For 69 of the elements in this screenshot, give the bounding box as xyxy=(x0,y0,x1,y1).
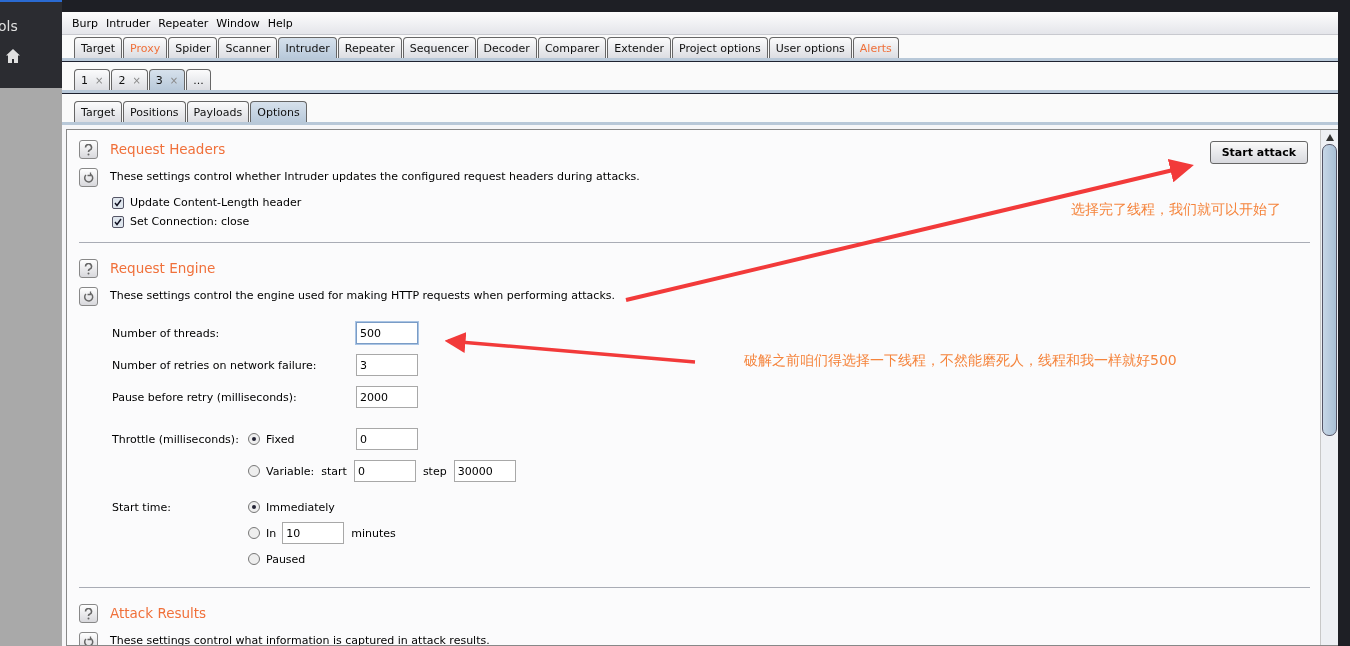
radio-label: Paused xyxy=(266,552,306,566)
tool-tab[interactable]: Target xyxy=(74,37,123,58)
attack-tab[interactable]: 2 × xyxy=(111,69,148,90)
attack-tab[interactable]: 1 × xyxy=(74,69,111,90)
attack-tab[interactable]: ... xyxy=(186,69,211,90)
field-label: Number of retries on network failure: xyxy=(112,358,318,372)
menu-item[interactable]: Burp xyxy=(68,16,103,30)
help-icon[interactable] xyxy=(79,604,98,623)
tool-tab[interactable]: Repeater xyxy=(337,37,402,58)
tool-tab[interactable]: Scanner xyxy=(218,37,278,58)
radio-button[interactable] xyxy=(248,501,260,513)
checkbox-label: Update Content-Length header xyxy=(130,196,302,209)
start-attack-button[interactable]: Start attack xyxy=(1209,141,1308,164)
tool-tab[interactable]: Sequencer xyxy=(402,37,476,58)
section-title: Attack Results xyxy=(110,605,208,621)
tool-tab[interactable]: Comparer xyxy=(537,37,607,58)
radio-button[interactable] xyxy=(248,553,260,565)
annotation-text: 选择完了线程，我们就可以开始了 xyxy=(1071,201,1281,219)
number-field[interactable]: 10 xyxy=(282,522,345,544)
options-tab[interactable]: Payloads xyxy=(186,101,250,122)
radio-label: Fixed xyxy=(266,432,295,446)
field-label: start xyxy=(320,464,348,478)
menu-item[interactable]: Help xyxy=(263,16,297,30)
options-tab[interactable]: Options xyxy=(250,101,307,122)
scroll-up-icon[interactable] xyxy=(1325,134,1334,141)
radio-label: In xyxy=(266,526,277,540)
checkbox-label: Set Connection: close xyxy=(130,215,250,228)
help-icon[interactable] xyxy=(79,140,98,159)
radio-button[interactable] xyxy=(248,527,260,539)
number-field[interactable]: 500 xyxy=(356,322,418,344)
tool-tab[interactable]: Extender xyxy=(607,37,672,58)
tool-tab[interactable]: Project options xyxy=(672,37,768,58)
tool-tab[interactable]: Spider xyxy=(168,37,218,58)
section-title: Request Engine xyxy=(110,260,217,276)
number-field[interactable]: 2000 xyxy=(356,386,418,408)
reset-icon[interactable] xyxy=(79,287,98,306)
options-tab[interactable]: Target xyxy=(74,101,123,122)
radio-label: Variable: xyxy=(266,464,315,478)
tool-tab[interactable]: User options xyxy=(768,37,852,58)
help-icon[interactable] xyxy=(79,259,98,278)
checkbox[interactable] xyxy=(112,215,124,228)
field-label: step xyxy=(421,464,448,478)
number-field[interactable]: 0 xyxy=(356,428,418,450)
menu-item[interactable]: Window xyxy=(212,16,264,30)
menu-item[interactable]: Intruder xyxy=(102,16,155,30)
section-title: Request Headers xyxy=(110,141,227,157)
tool-tab[interactable]: Decoder xyxy=(476,37,537,58)
field-label: Start time: xyxy=(112,500,172,514)
field-label: Throttle (milliseconds): xyxy=(112,432,240,446)
number-field[interactable]: 30000 xyxy=(453,460,516,482)
section-description: These settings control the engine used for making HTTP requests when performing attacks. xyxy=(110,289,615,302)
attack-tab[interactable]: 3 × xyxy=(148,69,186,90)
radio-button[interactable] xyxy=(248,465,260,477)
number-field[interactable]: 0 xyxy=(353,460,416,482)
number-field[interactable]: 3 xyxy=(356,354,418,376)
radio-label: Immediately xyxy=(266,500,335,514)
section-description: These settings control whether Intruder updates the configured request headers during attacks. xyxy=(110,170,640,183)
options-tab[interactable]: Positions xyxy=(123,101,186,122)
home-icon[interactable] xyxy=(5,48,21,64)
radio-button[interactable] xyxy=(248,433,260,445)
reset-icon[interactable] xyxy=(79,168,98,187)
menu-item[interactable]: Repeater xyxy=(154,16,213,30)
scrollbar-thumb[interactable] xyxy=(1322,144,1337,436)
tool-tab[interactable]: Intruder xyxy=(278,37,337,58)
field-label: Number of threads: xyxy=(112,326,221,340)
annotation-text: 破解之前咱们得选择一下线程，不然能磨死人，线程和我一样就好500 xyxy=(744,352,1177,370)
field-label: Pause before retry (milliseconds): xyxy=(112,390,298,404)
unit-label: minutes xyxy=(350,526,397,540)
checkbox[interactable] xyxy=(112,196,124,209)
